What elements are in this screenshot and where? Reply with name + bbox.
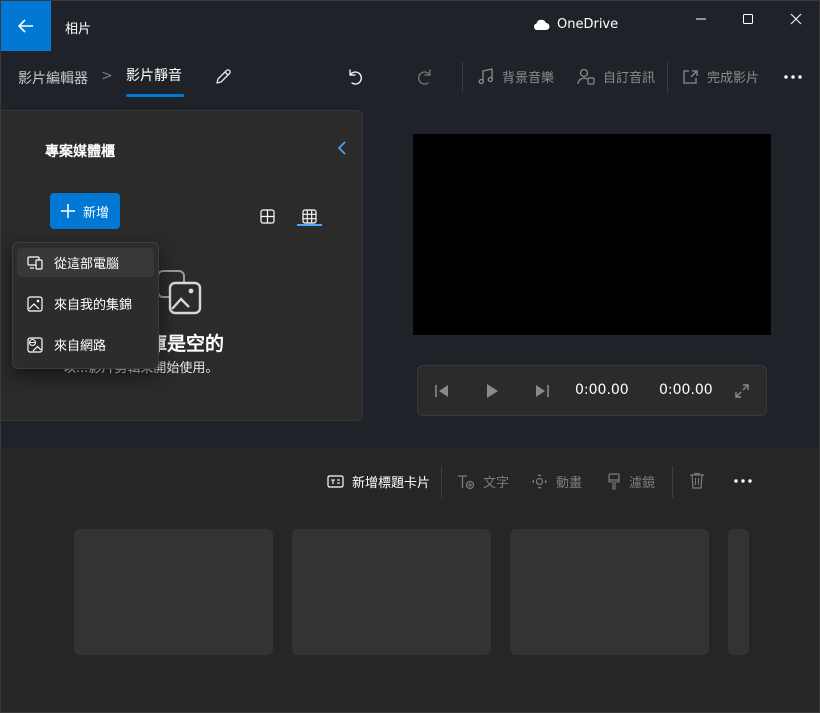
breadcrumb-project-name[interactable]: 影片靜音: [126, 65, 182, 85]
large-grid-view-button[interactable]: [254, 203, 280, 229]
menu-item-label: 來自我的集錦: [54, 298, 133, 313]
step-back-icon: [435, 385, 448, 397]
menu-item-from-web[interactable]: 來自網路: [17, 330, 154, 359]
add-title-card-button[interactable]: 新增標題卡片: [327, 472, 430, 491]
command-bar: 影片編輯器 > 影片靜音 背景音樂 自訂音訊 完成影片: [1, 53, 819, 99]
finish-video-button[interactable]: 完成影片: [682, 67, 759, 86]
view-active-indicator: [297, 224, 322, 226]
text-label: 文字: [483, 476, 510, 491]
collapse-panel-button[interactable]: [336, 140, 348, 160]
maximize-button[interactable]: [724, 1, 772, 37]
add-media-menu: 從這部電腦 來自我的集錦 來自網路: [12, 242, 159, 369]
cloud-icon: [533, 19, 550, 30]
finish-video-label: 完成影片: [707, 71, 760, 86]
custom-audio-label: 自訂音訊: [603, 71, 656, 86]
motion-label: 動畫: [556, 476, 583, 491]
undo-button[interactable]: [343, 65, 367, 89]
play-button[interactable]: [482, 381, 502, 401]
empty-library-icon: [156, 269, 202, 319]
grid-large-icon: [259, 208, 275, 224]
divider: [667, 62, 668, 92]
expand-icon: [735, 384, 749, 398]
menu-item-label: 來自網路: [54, 339, 107, 354]
image-icon: [27, 295, 43, 312]
video-preview[interactable]: [413, 134, 771, 335]
back-button[interactable]: [1, 1, 51, 51]
more-options-button[interactable]: [781, 67, 805, 87]
storyboard-placeholder-card: [292, 529, 491, 655]
more-horizontal-icon: [734, 479, 752, 483]
undo-icon: [349, 69, 362, 85]
motion-button[interactable]: 動畫: [531, 472, 582, 491]
add-title-card-label: 新增標題卡片: [352, 476, 431, 491]
add-media-button[interactable]: 新增: [50, 193, 120, 229]
motion-icon: [532, 474, 547, 489]
panel-title: 專案媒體櫃: [45, 144, 115, 160]
storyboard-pane: 新增標題卡片 文字 動畫 濾鏡: [1, 448, 819, 712]
next-frame-button[interactable]: [532, 381, 552, 401]
title-bar: 相片 OneDrive: [1, 1, 819, 51]
app-title: 相片: [65, 22, 92, 37]
filter-brush-icon: [608, 473, 620, 490]
trash-icon: [690, 472, 704, 489]
minimize-button[interactable]: [677, 1, 725, 37]
current-time: 0:00.00: [575, 382, 629, 398]
previous-frame-button[interactable]: [432, 381, 452, 401]
plus-icon: [60, 204, 75, 218]
delete-button[interactable]: [689, 472, 705, 489]
storyboard-placeholder-card: [728, 529, 749, 655]
menu-item-label: 從這部電腦: [54, 257, 120, 272]
menu-item-from-this-pc[interactable]: 從這部電腦: [17, 248, 154, 277]
redo-icon: [418, 69, 431, 85]
redo-button[interactable]: [413, 65, 437, 89]
play-icon: [487, 384, 498, 398]
arrow-left-icon: [18, 19, 33, 33]
divider: [462, 62, 463, 92]
custom-audio-button[interactable]: 自訂音訊: [577, 67, 655, 86]
storyboard-placeholder-card: [510, 529, 709, 655]
divider: [441, 466, 442, 498]
onedrive-status[interactable]: OneDrive: [532, 17, 618, 32]
breadcrumb-active-indicator: [126, 94, 184, 97]
chevron-left-icon: [337, 141, 346, 155]
text-button[interactable]: 文字: [457, 472, 509, 491]
breadcrumb-video-editor[interactable]: 影片編輯器: [18, 68, 88, 88]
storyboard-placeholder-card: [74, 529, 273, 655]
onedrive-label: OneDrive: [557, 17, 619, 32]
text-add-icon: [458, 474, 475, 489]
close-button[interactable]: [772, 1, 819, 37]
web-image-icon: [27, 336, 43, 353]
filters-label: 濾鏡: [629, 476, 656, 491]
playback-controls: 0:00.00 0:00.00: [417, 365, 767, 416]
title-card-icon: [327, 475, 344, 488]
grid-small-icon: [301, 208, 317, 224]
add-media-label: 新增: [82, 205, 109, 221]
divider: [672, 466, 673, 498]
share-export-icon: [683, 69, 698, 84]
storyboard-more-button[interactable]: [734, 479, 752, 483]
fullscreen-button[interactable]: [732, 381, 752, 401]
total-duration: 0:00.00: [659, 382, 713, 398]
menu-item-from-my-collection[interactable]: 來自我的集錦: [17, 289, 154, 318]
background-music-label: 背景音樂: [502, 71, 555, 86]
photos-video-editor-window: 相片 OneDrive 影片編輯器 > 影片靜音 背景音樂 自訂音訊 完成影片 …: [0, 0, 820, 713]
minimize-icon: [696, 18, 706, 20]
filters-button[interactable]: 濾鏡: [607, 472, 655, 491]
pencil-icon: [216, 69, 231, 84]
person-audio-icon: [577, 68, 595, 85]
more-horizontal-icon: [784, 75, 802, 79]
computer-icon: [27, 255, 43, 270]
music-note-icon: [478, 68, 493, 85]
rename-button[interactable]: [211, 65, 235, 89]
background-music-button[interactable]: 背景音樂: [478, 67, 554, 86]
close-icon: [790, 13, 802, 25]
breadcrumb-separator: >: [101, 68, 113, 84]
step-forward-icon: [536, 385, 549, 397]
maximize-icon: [743, 14, 753, 24]
